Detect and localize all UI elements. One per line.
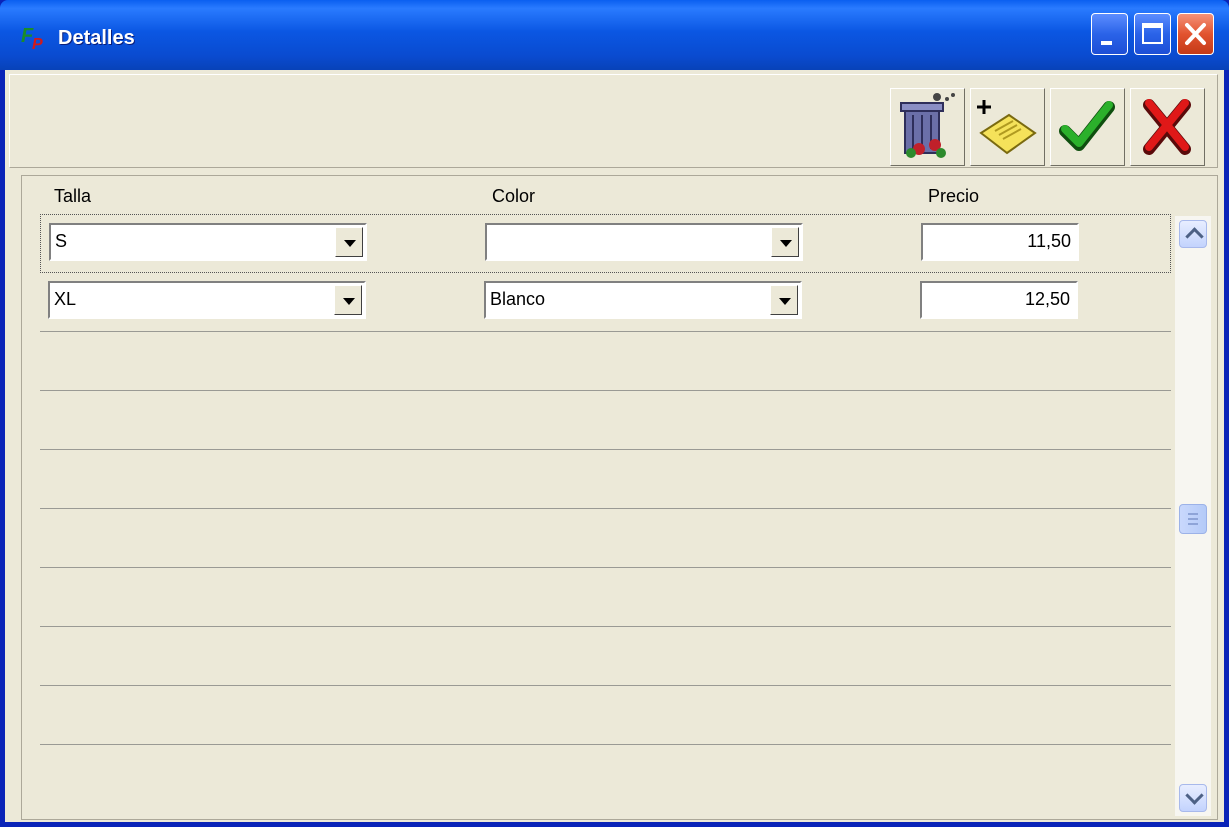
dropdown-arrow-icon[interactable]: [334, 285, 362, 315]
precio-value: 12,50: [1024, 289, 1070, 309]
new-record-icon: [977, 100, 1037, 155]
fp-app-icon: F P: [21, 25, 43, 52]
grid-header: Talla Color Precio: [22, 176, 1217, 214]
cancel-button[interactable]: [1130, 88, 1205, 166]
delete-button[interactable]: [890, 88, 965, 166]
color-select[interactable]: Blanco: [484, 281, 802, 319]
table-row[interactable]: S 11,50: [40, 214, 1171, 273]
chevron-up-icon: [1185, 227, 1204, 246]
empty-row[interactable]: [40, 450, 1171, 509]
column-header-precio: Precio: [928, 186, 980, 206]
table-row[interactable]: XL Blanco 12,50: [40, 273, 1171, 332]
empty-row[interactable]: [40, 627, 1171, 686]
close-icon: [1185, 23, 1206, 45]
details-grid: Talla Color Precio S 11,50 XL Blanco 12,…: [21, 175, 1218, 820]
close-button[interactable]: [1177, 13, 1214, 55]
window-title: Detalles: [58, 27, 135, 49]
dropdown-arrow-icon[interactable]: [335, 227, 363, 257]
empty-row[interactable]: [40, 745, 1171, 804]
chevron-down-icon: [1185, 786, 1204, 805]
accept-button[interactable]: [1050, 88, 1125, 166]
talla-select[interactable]: S: [49, 223, 367, 261]
cancel-x-icon: [1143, 99, 1191, 155]
grid-rows: S 11,50 XL Blanco 12,50: [40, 214, 1171, 804]
color-value: Blanco: [490, 289, 546, 309]
empty-row[interactable]: [40, 686, 1171, 745]
toolbar: [9, 74, 1218, 168]
talla-value: XL: [54, 289, 77, 309]
details-window: F P Detalles Talla Color Precio S 11,50 …: [0, 0, 1229, 827]
maximize-icon: [1142, 23, 1163, 44]
delete-trash-icon: [900, 93, 955, 158]
scroll-down-button[interactable]: [1179, 784, 1207, 812]
empty-row[interactable]: [40, 332, 1171, 391]
talla-select[interactable]: XL: [48, 281, 366, 319]
empty-row[interactable]: [40, 568, 1171, 627]
dropdown-arrow-icon[interactable]: [770, 285, 798, 315]
svg-text:P: P: [32, 36, 43, 52]
new-button[interactable]: [970, 88, 1045, 166]
accept-check-icon: [1059, 101, 1115, 151]
precio-input[interactable]: 11,50: [921, 223, 1079, 261]
precio-value: 11,50: [1027, 231, 1071, 251]
scroll-thumb[interactable]: [1179, 504, 1207, 534]
column-header-color: Color: [492, 186, 536, 206]
maximize-button[interactable]: [1134, 13, 1171, 55]
dropdown-arrow-icon[interactable]: [771, 227, 799, 257]
minimize-icon: [1101, 41, 1112, 45]
vertical-scrollbar[interactable]: [1175, 216, 1211, 816]
title-bar[interactable]: F P Detalles: [0, 0, 1229, 70]
precio-input[interactable]: 12,50: [920, 281, 1078, 319]
minimize-button[interactable]: [1091, 13, 1128, 55]
empty-row[interactable]: [40, 509, 1171, 568]
column-header-talla: Talla: [54, 186, 92, 206]
talla-value: S: [55, 231, 68, 251]
scroll-up-button[interactable]: [1179, 220, 1207, 248]
color-select[interactable]: [485, 223, 803, 261]
client-area: Talla Color Precio S 11,50 XL Blanco 12,…: [5, 70, 1224, 822]
empty-row[interactable]: [40, 391, 1171, 450]
